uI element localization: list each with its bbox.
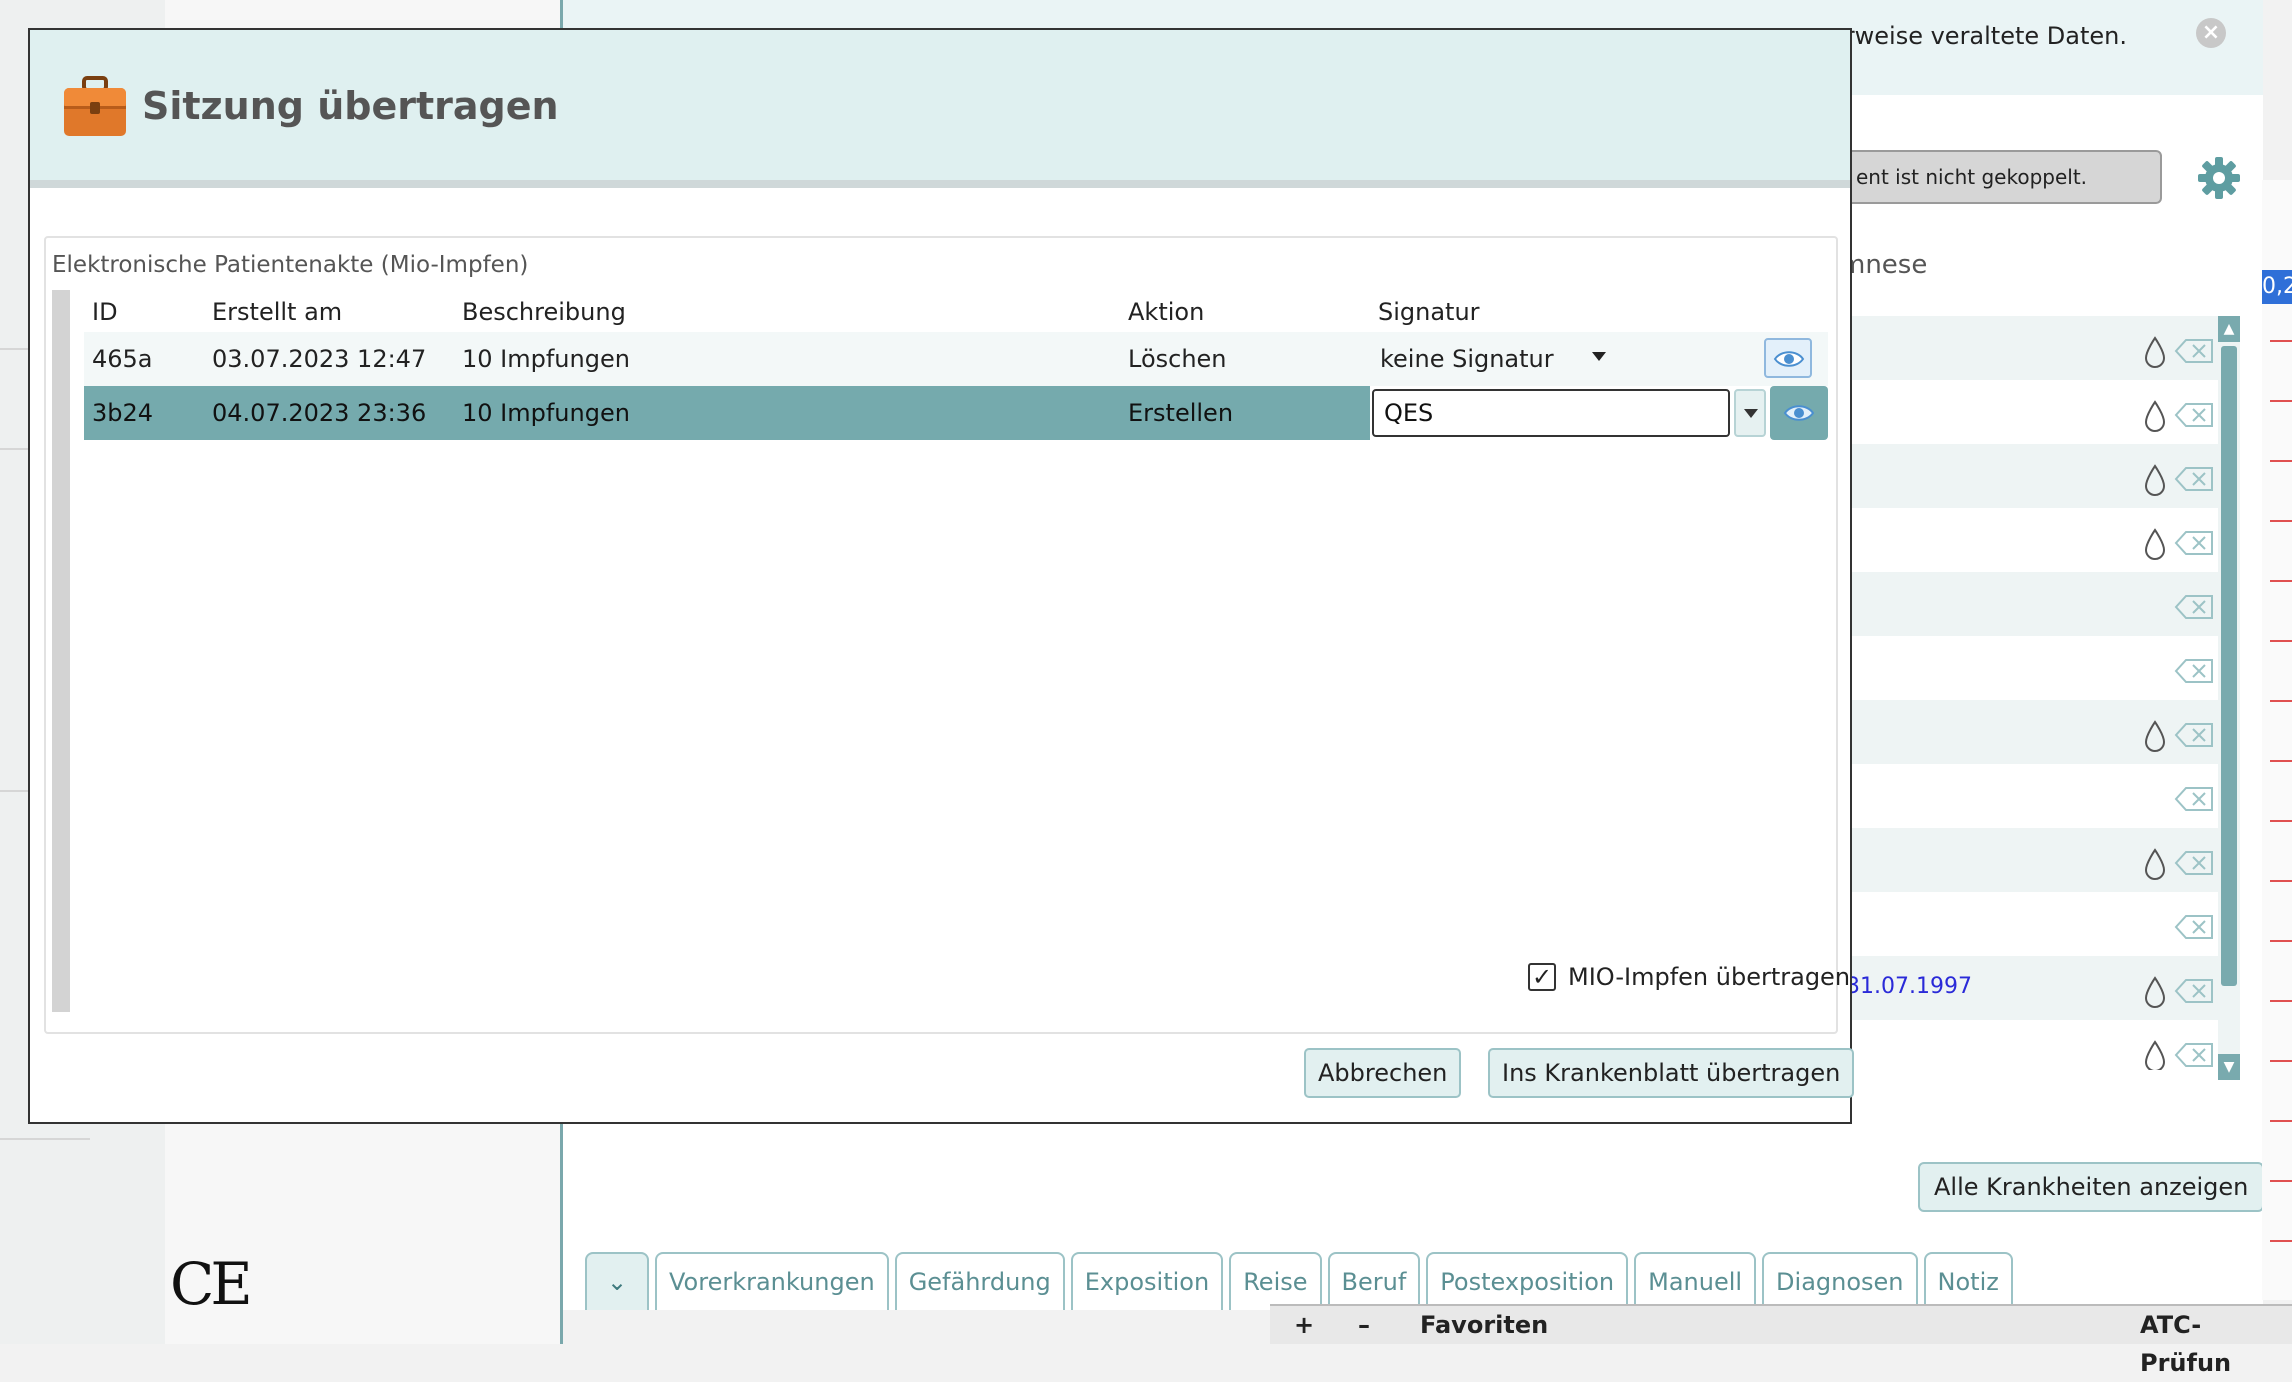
gear-icon[interactable] [2196, 155, 2242, 201]
tab-beruf[interactable]: Beruf [1327, 1252, 1421, 1310]
tab-gefaehrdung[interactable]: Gefährdung [894, 1252, 1065, 1310]
tab-postexposition[interactable]: Postexposition [1426, 1252, 1629, 1310]
transfer-button[interactable]: Ins Krankenblatt übertragen [1488, 1048, 1855, 1098]
tab-diagnosen[interactable]: Diagnosen [1762, 1252, 1918, 1310]
cell-created: 04.07.2023 23:36 [212, 399, 427, 427]
chevron-down-icon[interactable]: ⌄ [585, 1252, 649, 1310]
tab-manuell[interactable]: Manuell [1634, 1252, 1757, 1310]
close-icon[interactable]: × [2196, 18, 2226, 48]
ce-mark-logo: CE [170, 1250, 253, 1318]
section-label: mnese [1840, 250, 1928, 280]
eye-icon [1783, 405, 1815, 421]
checkbox-label: MIO-Impfen übertragen [1568, 963, 1851, 991]
scroll-up-icon[interactable]: ▲ [2218, 316, 2240, 342]
cell-description: 10 Impfungen [462, 399, 630, 427]
warning-message: erweise veraltete Daten. [1830, 22, 2127, 50]
cell-action: Löschen [1128, 345, 1227, 373]
cancel-button[interactable]: Abbrechen [1304, 1048, 1462, 1098]
dialog-title: Sitzung übertragen [142, 84, 559, 128]
transfer-session-dialog: Sitzung übertragen Elektronische Patient… [28, 28, 1855, 1124]
scroll-down-icon[interactable]: ▼ [2218, 1054, 2240, 1080]
dialog-header: Sitzung übertragen [30, 30, 1850, 188]
atc-check-tab[interactable]: ATC-Prüfun [2140, 1306, 2292, 1377]
table-row-selected[interactable]: 3b24 04.07.2023 23:36 10 Impfungen Erste… [84, 386, 1828, 440]
patient-record-group: Elektronische Patientenakte (Mio-Impfen)… [44, 236, 1838, 1034]
highlighted-value: 0,2 [2262, 270, 2292, 304]
coupling-status-field: ent ist nicht gekoppelt. [1840, 150, 2162, 204]
signature-select[interactable]: keine Signatur [1370, 332, 1626, 386]
tab-vorerkrankungen[interactable]: Vorerkrankungen [655, 1252, 889, 1310]
cell-id: 465a [92, 345, 153, 373]
scrollbar-thumb[interactable] [2221, 346, 2237, 986]
table-row[interactable]: 465a 03.07.2023 12:47 10 Impfungen Lösch… [84, 332, 1828, 386]
column-header-signature: Signatur [1378, 298, 1480, 326]
signature-combo-input[interactable]: QES [1372, 389, 1730, 437]
signature-dropdown-button[interactable] [1734, 389, 1766, 437]
column-header-action: Aktion [1128, 298, 1205, 326]
eye-icon [1773, 351, 1805, 367]
dropdown-arrow-icon [1592, 352, 1606, 361]
cell-action: Erstellen [1128, 399, 1234, 427]
column-header-id: ID [92, 298, 118, 326]
briefcase-icon [62, 76, 128, 138]
signature-value: keine Signatur [1380, 345, 1554, 373]
column-header-description: Beschreibung [462, 298, 626, 326]
favorites-tab[interactable]: Favoriten [1420, 1306, 1548, 1344]
cell-description: 10 Impfungen [462, 345, 630, 373]
scrollbar[interactable]: ▲ ▼ [2218, 316, 2240, 1080]
cell-created: 03.07.2023 12:47 [212, 345, 427, 373]
row-actions [2138, 330, 2218, 1072]
checkbox[interactable]: ✓ [1528, 963, 1556, 991]
date-link[interactable]: 31.07.1997 [1846, 974, 1972, 999]
show-all-diseases-button[interactable]: Alle Krankheiten anzeigen [1918, 1162, 2265, 1212]
category-tabs: ⌄ Vorerkrankungen Gefährdung Exposition … [585, 1252, 2013, 1310]
row-header-bar [52, 290, 70, 1012]
background-chart-strip [2262, 180, 2292, 1300]
group-label: Elektronische Patientenakte (Mio-Impfen) [52, 252, 529, 278]
view-button[interactable] [1770, 386, 1828, 440]
column-header-created: Erstellt am [212, 298, 343, 326]
tab-reise[interactable]: Reise [1229, 1252, 1322, 1310]
tab-notiz[interactable]: Notiz [1923, 1252, 2013, 1310]
bottom-toolbar: + – Favoriten ATC-Prüfun [1270, 1304, 2292, 1377]
dropdown-arrow-icon [1744, 409, 1758, 418]
add-button[interactable]: + [1294, 1306, 1314, 1344]
table-header: ID Erstellt am Beschreibung Aktion Signa… [84, 290, 1828, 334]
view-button[interactable] [1764, 338, 1812, 378]
remove-button[interactable]: – [1358, 1306, 1370, 1344]
cell-id: 3b24 [92, 399, 154, 427]
tab-exposition[interactable]: Exposition [1070, 1252, 1224, 1310]
